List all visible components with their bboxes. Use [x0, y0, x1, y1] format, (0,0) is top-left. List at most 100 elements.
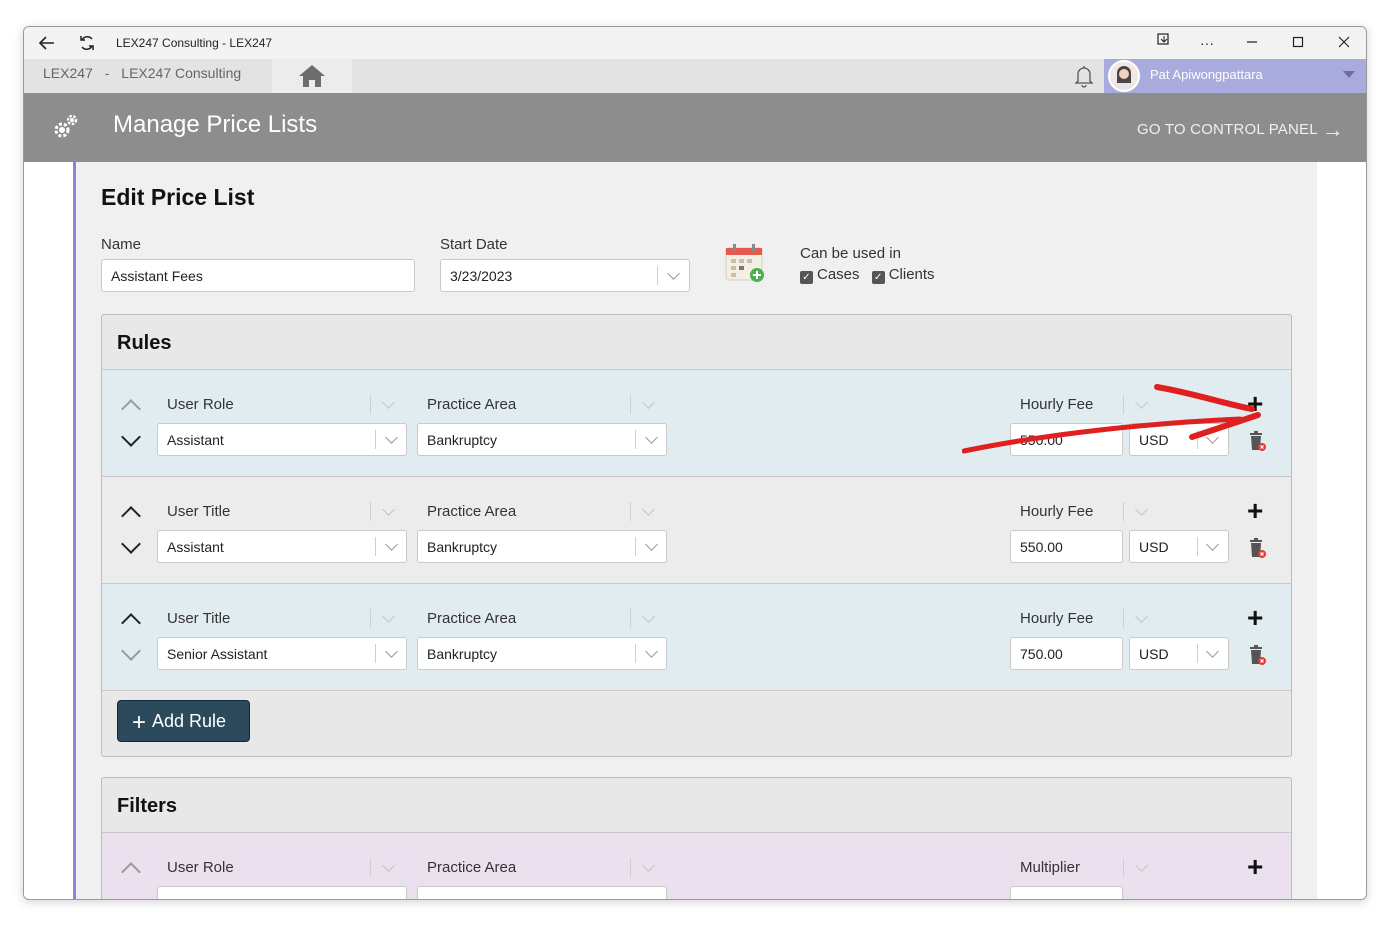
breadcrumb-current[interactable]: LEX247 Consulting [121, 65, 241, 81]
checkbox-cases[interactable]: ✓ [800, 271, 813, 284]
filter-multiplier-input[interactable] [1010, 886, 1123, 899]
name-input[interactable]: Assistant Fees [101, 259, 415, 292]
page-header: Manage Price Lists GO TO CONTROL PANEL → [24, 93, 1366, 162]
calendar-add-icon[interactable] [724, 242, 766, 284]
add-icon[interactable]: + [1247, 390, 1263, 418]
rule-fee-value: 550.00 [1020, 539, 1063, 555]
rules-title: Rules [117, 332, 172, 354]
rule-fee-input[interactable]: 550.00 [1010, 423, 1123, 456]
rule-currency-value: USD [1139, 646, 1169, 662]
chevron-down-icon[interactable] [1135, 503, 1148, 516]
chevron-down-icon[interactable] [382, 610, 395, 623]
move-up-icon[interactable] [121, 613, 141, 633]
rule-currency-select[interactable]: USD [1129, 637, 1229, 670]
filter-field-a-select[interactable] [157, 886, 407, 899]
rule-field-a-select[interactable]: Assistant [157, 423, 407, 456]
filter-multiplier-label: Multiplier [1020, 859, 1081, 876]
chevron-down-icon[interactable] [1206, 538, 1219, 551]
edit-panel: Edit Price List Name Assistant Fees Star… [73, 162, 1317, 899]
rule-field-b-select[interactable]: Bankruptcy [417, 637, 667, 670]
minimize-icon[interactable] [1232, 31, 1272, 55]
rule-field-a-label: User Title [167, 503, 231, 520]
start-date-picker[interactable]: 3/23/2023 [440, 259, 690, 292]
app-window: LEX247 Consulting - LEX247 ··· LEX247 - … [23, 26, 1367, 900]
checkbox-clients[interactable]: ✓ [871, 271, 885, 284]
chevron-down-icon[interactable] [382, 396, 395, 409]
rule-currency-select[interactable]: USD [1129, 530, 1229, 563]
gears-icon [50, 111, 82, 143]
chevron-down-icon[interactable] [1135, 396, 1148, 409]
chevron-down-icon[interactable] [382, 503, 395, 516]
can-be-used-label: Can be used in [800, 245, 901, 262]
rules-section: Rules User Role Assistant Practice Area [101, 314, 1292, 757]
delete-icon[interactable] [1247, 644, 1267, 666]
add-rule-button[interactable]: + Add Rule [117, 700, 250, 742]
chevron-down-icon[interactable] [382, 859, 395, 872]
chevron-down-icon[interactable] [645, 538, 658, 551]
chevron-down-icon[interactable] [1206, 645, 1219, 658]
add-icon[interactable]: + [1247, 853, 1263, 881]
rule-field-b-select[interactable]: Bankruptcy [417, 530, 667, 563]
rule-row: User Role Assistant Practice Area Bankru… [102, 369, 1291, 476]
add-icon[interactable]: + [1247, 497, 1263, 525]
chevron-down-icon[interactable] [385, 431, 398, 444]
user-menu[interactable]: Pat Apiwongpattara [1104, 59, 1366, 93]
rule-field-b-select[interactable]: Bankruptcy [417, 423, 667, 456]
rule-field-a-select[interactable]: Senior Assistant [157, 637, 407, 670]
divider [1197, 644, 1198, 663]
restore-icon[interactable] [1144, 31, 1184, 55]
move-down-icon[interactable] [121, 641, 141, 661]
delete-icon[interactable] [1247, 537, 1267, 559]
chevron-down-icon[interactable] [1343, 71, 1355, 78]
chevron-down-icon[interactable] [667, 267, 680, 280]
divider [1123, 395, 1124, 414]
chevron-down-icon[interactable] [642, 396, 655, 409]
delete-icon[interactable] [1247, 430, 1267, 452]
chevron-down-icon[interactable] [642, 503, 655, 516]
move-up-icon[interactable] [121, 399, 141, 419]
chevron-down-icon[interactable] [1206, 431, 1219, 444]
rule-fee-input[interactable]: 550.00 [1010, 530, 1123, 563]
refresh-icon[interactable] [77, 33, 97, 53]
close-icon[interactable] [1324, 31, 1364, 55]
chevron-down-icon[interactable] [645, 431, 658, 444]
breadcrumb-separator: - [104, 65, 110, 81]
rule-field-a-select[interactable]: Assistant [157, 530, 407, 563]
filter-row: User Role Practice Area Multiplier + [102, 832, 1291, 899]
go-to-control-panel-link[interactable]: GO TO CONTROL PANEL → [1137, 117, 1344, 143]
breadcrumb-root[interactable]: LEX247 [43, 65, 93, 81]
divider [630, 395, 631, 414]
chevron-down-icon[interactable] [385, 538, 398, 551]
page-title: Manage Price Lists [113, 111, 318, 138]
rule-fee-input[interactable]: 750.00 [1010, 637, 1123, 670]
chevron-down-icon[interactable] [1135, 610, 1148, 623]
divider [1197, 537, 1198, 556]
move-up-icon[interactable] [121, 506, 141, 526]
chevron-down-icon[interactable] [642, 859, 655, 872]
move-down-icon[interactable] [121, 427, 141, 447]
divider [375, 430, 376, 449]
plus-icon: + [132, 709, 147, 736]
chevron-down-icon[interactable] [385, 645, 398, 658]
notification-bell-icon[interactable] [1072, 63, 1096, 89]
chevron-down-icon[interactable] [645, 645, 658, 658]
add-icon[interactable]: + [1247, 604, 1263, 632]
move-up-icon[interactable] [121, 862, 141, 882]
home-button[interactable] [272, 59, 352, 93]
back-arrow-icon[interactable] [37, 33, 57, 53]
move-down-icon[interactable] [121, 534, 141, 554]
rule-field-b-value: Bankruptcy [427, 539, 498, 555]
filter-field-b-select[interactable] [417, 886, 667, 899]
divider [370, 395, 371, 414]
divider [630, 609, 631, 628]
maximize-icon[interactable] [1278, 31, 1318, 55]
divider [1123, 609, 1124, 628]
more-icon[interactable]: ··· [1187, 31, 1227, 55]
rule-field-a-label: User Role [167, 396, 234, 413]
rule-currency-select[interactable]: USD [1129, 423, 1229, 456]
rule-field-b-value: Bankruptcy [427, 646, 498, 662]
divider [1123, 858, 1124, 877]
chevron-down-icon[interactable] [642, 610, 655, 623]
chevron-down-icon[interactable] [1135, 859, 1148, 872]
divider [630, 502, 631, 521]
